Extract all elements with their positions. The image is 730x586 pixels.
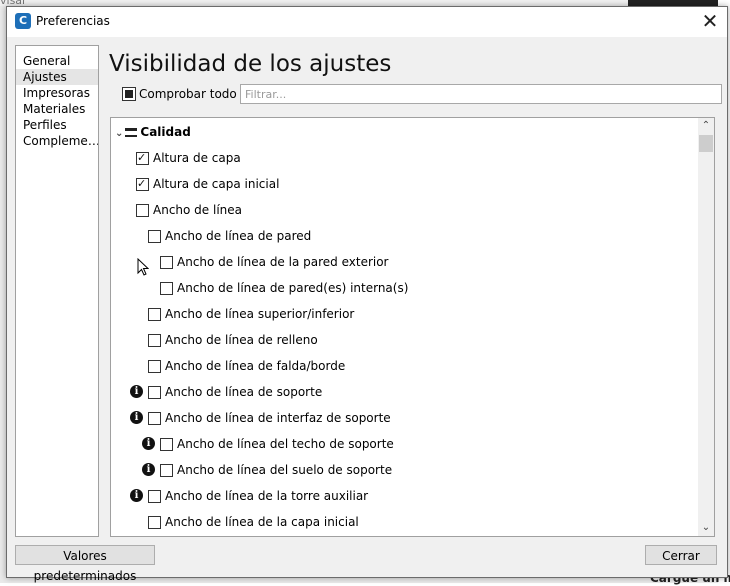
setting-checkbox[interactable] [136, 150, 149, 166]
setting-checkbox[interactable] [160, 256, 173, 269]
setting-label: Ancho de línea de la capa inicial [165, 515, 359, 529]
page-title: Visibilidad de los ajustes [109, 51, 392, 77]
setting-row: Altura de capa [111, 150, 696, 166]
filter-input[interactable] [240, 84, 722, 104]
nav-item-5[interactable]: Compleme… [16, 133, 98, 149]
settings-list: ⌄ Calidad Altura de capa Altura de capa in… [110, 117, 715, 537]
setting-checkbox[interactable] [160, 282, 173, 295]
info-icon[interactable]: i [142, 463, 155, 476]
setting-label: Ancho de línea de relleno [165, 333, 318, 347]
setting-row: i Ancho de línea de la torre auxiliar [111, 488, 696, 504]
setting-checkbox[interactable] [148, 516, 161, 529]
setting-label: Ancho de línea del techo de soporte [177, 437, 394, 451]
setting-label: Ancho de línea de interfaz de soporte [165, 411, 391, 425]
setting-label: Ancho de línea del suelo de soporte [177, 463, 393, 477]
scrollbar[interactable]: ⌃ ⌄ [698, 118, 714, 536]
setting-checkbox[interactable] [148, 412, 161, 425]
setting-row: Ancho de línea superior/inferior [111, 306, 696, 322]
setting-label: Ancho de línea superior/inferior [165, 307, 355, 321]
setting-label: Ancho de línea de pared [165, 229, 312, 243]
scroll-down-icon[interactable]: ⌄ [698, 520, 714, 536]
nav-item-0[interactable]: General [16, 53, 98, 69]
preferences-nav: General Ajustes Impresoras Materiales Perfil… [15, 45, 99, 537]
setting-label: Altura de capa inicial [153, 177, 280, 191]
setting-row: i Ancho de línea de soporte [111, 384, 696, 400]
defaults-button[interactable]: Valores predeterminados [15, 545, 155, 583]
title-bar: C Preferencias ✕ [7, 7, 727, 37]
setting-row: i Ancho de línea del suelo de soporte [111, 462, 696, 478]
setting-label: Ancho de línea de soporte [165, 385, 323, 399]
setting-row: Ancho de línea [111, 202, 696, 218]
chevron-down-icon[interactable]: ⌄ [115, 128, 123, 139]
info-icon[interactable]: i [130, 385, 143, 398]
setting-row: Altura de capa inicial [111, 176, 696, 192]
nav-item-4[interactable]: Perfiles [16, 117, 98, 133]
close-button[interactable]: Cerrar [645, 545, 717, 565]
info-icon[interactable]: i [130, 411, 143, 424]
setting-row: i Ancho de línea del techo de soporte [111, 436, 696, 452]
setting-row: i Ancho de línea de interfaz de soporte [111, 410, 696, 426]
category-label: Calidad [140, 125, 191, 139]
setting-row: Ancho de línea de pared(es) interna(s) [111, 280, 696, 296]
check-all-checkbox[interactable] [122, 87, 136, 101]
setting-checkbox[interactable] [148, 308, 161, 321]
scroll-thumb[interactable] [699, 135, 713, 152]
check-all-label: Comprobar todo [139, 87, 237, 101]
setting-checkbox[interactable] [148, 230, 161, 243]
nav-item-2[interactable]: Impresoras [16, 85, 98, 101]
setting-checkbox[interactable] [160, 464, 173, 477]
setting-checkbox[interactable] [136, 204, 149, 217]
setting-checkbox[interactable] [136, 176, 149, 192]
setting-label: Ancho de línea de pared(es) interna(s) [177, 281, 409, 295]
setting-label: Ancho de línea [153, 203, 242, 217]
info-icon[interactable]: i [142, 437, 155, 450]
setting-checkbox[interactable] [148, 360, 161, 373]
setting-label: Ancho de línea de la pared exterior [177, 255, 389, 269]
info-icon[interactable]: i [130, 489, 143, 502]
setting-row: Ancho de línea de pared [111, 228, 696, 244]
nav-item-1[interactable]: Ajustes [16, 69, 98, 85]
setting-checkbox[interactable] [148, 490, 161, 503]
setting-label: Ancho de línea de la torre auxiliar [165, 489, 369, 503]
setting-row: Ancho de línea de la capa inicial [111, 514, 696, 530]
close-icon[interactable]: ✕ [697, 9, 723, 33]
nav-item-3[interactable]: Materiales [16, 101, 98, 117]
setting-label: Ancho de línea de falda/borde [165, 359, 346, 373]
cura-logo-icon: C [15, 13, 31, 29]
setting-checkbox[interactable] [148, 334, 161, 347]
quality-icon [125, 128, 138, 137]
mouse-cursor-icon [137, 258, 149, 276]
setting-row: Ancho de línea de relleno [111, 332, 696, 348]
setting-row: Ancho de línea de falda/borde [111, 358, 696, 374]
preferences-dialog: C Preferencias ✕ General Ajustes Impresora… [6, 6, 728, 583]
setting-row: Ancho de línea de la pared exterior [111, 254, 696, 270]
setting-checkbox[interactable] [160, 438, 173, 451]
setting-checkbox[interactable] [148, 386, 161, 399]
category-header[interactable]: ⌄ Calidad [115, 124, 191, 140]
scroll-up-icon[interactable]: ⌃ [698, 118, 714, 134]
setting-label: Altura de capa [153, 151, 241, 165]
dialog-title: Preferencias [36, 14, 110, 28]
